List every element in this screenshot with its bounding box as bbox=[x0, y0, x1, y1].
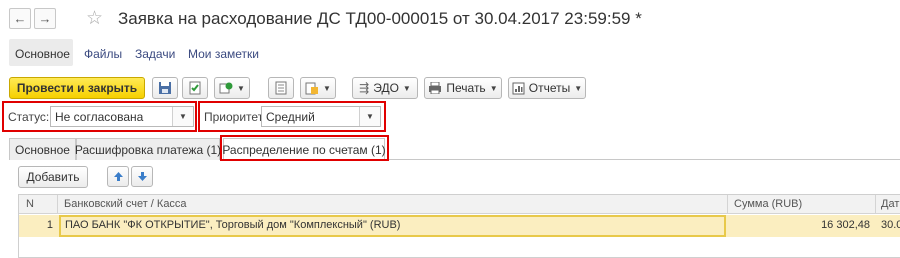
dropdown-arrow-icon[interactable]: ▼ bbox=[359, 107, 380, 126]
status-value: Не согласована bbox=[55, 110, 144, 124]
arrow-left-icon: ← bbox=[13, 11, 27, 26]
column-header-account[interactable]: Банковский счет / Касса bbox=[64, 198, 187, 210]
arrow-right-icon: → bbox=[38, 11, 52, 26]
attachment-icon bbox=[305, 82, 319, 95]
print-label: Печать bbox=[446, 81, 486, 95]
column-divider bbox=[727, 195, 728, 214]
row-number: 1 bbox=[46, 219, 53, 231]
chevron-down-icon: ▼ bbox=[402, 83, 411, 93]
star-icon[interactable]: ☆ bbox=[86, 7, 103, 30]
reports-label: Отчеты bbox=[528, 81, 571, 95]
report-icon bbox=[512, 82, 525, 94]
tab-payment-details[interactable]: Расшифровка платежа (1) bbox=[75, 138, 221, 160]
document-list-button[interactable] bbox=[268, 77, 294, 99]
save-button[interactable] bbox=[152, 77, 178, 99]
print-button[interactable]: Печать ▼ bbox=[424, 77, 502, 99]
window-title: Заявка на расходование ДС ТД00-000015 от… bbox=[118, 9, 642, 28]
priority-label: Приоритет: bbox=[204, 110, 267, 124]
chevron-down-icon: ▼ bbox=[237, 83, 245, 93]
dropdown-arrow-icon[interactable]: ▼ bbox=[172, 107, 193, 126]
status-select[interactable]: Не согласована ▼ bbox=[50, 106, 194, 127]
create-based-on-button[interactable]: ▼ bbox=[214, 77, 250, 99]
column-divider bbox=[875, 195, 876, 214]
post-and-close-button[interactable]: Провести и закрыть bbox=[9, 77, 145, 99]
edo-button[interactable]: ⇶ ЭДО ▼ bbox=[352, 77, 418, 99]
column-divider bbox=[57, 195, 58, 214]
column-header-amount[interactable]: Сумма (RUB) bbox=[734, 198, 802, 210]
section-link-files[interactable]: Файлы bbox=[84, 47, 122, 61]
arrow-up-icon bbox=[113, 172, 123, 181]
save-icon bbox=[159, 82, 171, 94]
tab-main[interactable]: Основное bbox=[9, 138, 76, 160]
status-label: Статус: bbox=[8, 110, 50, 124]
printer-icon bbox=[429, 82, 442, 94]
list-icon bbox=[275, 81, 287, 95]
edo-icon: ⇶ bbox=[359, 81, 370, 95]
post-document-icon bbox=[189, 81, 201, 95]
row-amount: 16 302,48 bbox=[821, 219, 870, 231]
add-row-button[interactable]: Добавить bbox=[18, 166, 88, 188]
column-header-date[interactable]: Дат bbox=[881, 198, 899, 210]
back-button[interactable]: ← bbox=[9, 8, 31, 29]
section-link-notes[interactable]: Мои заметки bbox=[188, 47, 259, 61]
move-up-button[interactable] bbox=[107, 166, 129, 187]
chevron-down-icon: ▼ bbox=[323, 83, 331, 93]
section-link-tasks[interactable]: Задачи bbox=[135, 47, 175, 61]
create-based-icon bbox=[219, 82, 233, 94]
edo-label: ЭДО bbox=[373, 81, 399, 95]
attachments-button[interactable]: ▼ bbox=[300, 77, 336, 99]
row-account: ПАО БАНК "ФК ОТКРЫТИЕ", Торговый дом "Ко… bbox=[65, 219, 401, 231]
row-date: 30.0 bbox=[881, 219, 900, 231]
section-link-main[interactable]: Основное bbox=[15, 47, 70, 61]
arrow-down-icon bbox=[137, 172, 147, 181]
reports-button[interactable]: Отчеты ▼ bbox=[508, 77, 586, 99]
post-button[interactable] bbox=[182, 77, 208, 99]
column-header-n[interactable]: N bbox=[26, 198, 34, 210]
chevron-down-icon: ▼ bbox=[574, 83, 583, 93]
distribution-table: N Банковский счет / Касса Сумма (RUB) Да… bbox=[18, 194, 900, 258]
chevron-down-icon: ▼ bbox=[489, 83, 498, 93]
tab-highlight bbox=[220, 135, 389, 161]
move-down-button[interactable] bbox=[131, 166, 153, 187]
forward-button[interactable]: → bbox=[34, 8, 56, 29]
priority-value: Средний bbox=[266, 110, 315, 124]
priority-select[interactable]: Средний ▼ bbox=[261, 106, 381, 127]
